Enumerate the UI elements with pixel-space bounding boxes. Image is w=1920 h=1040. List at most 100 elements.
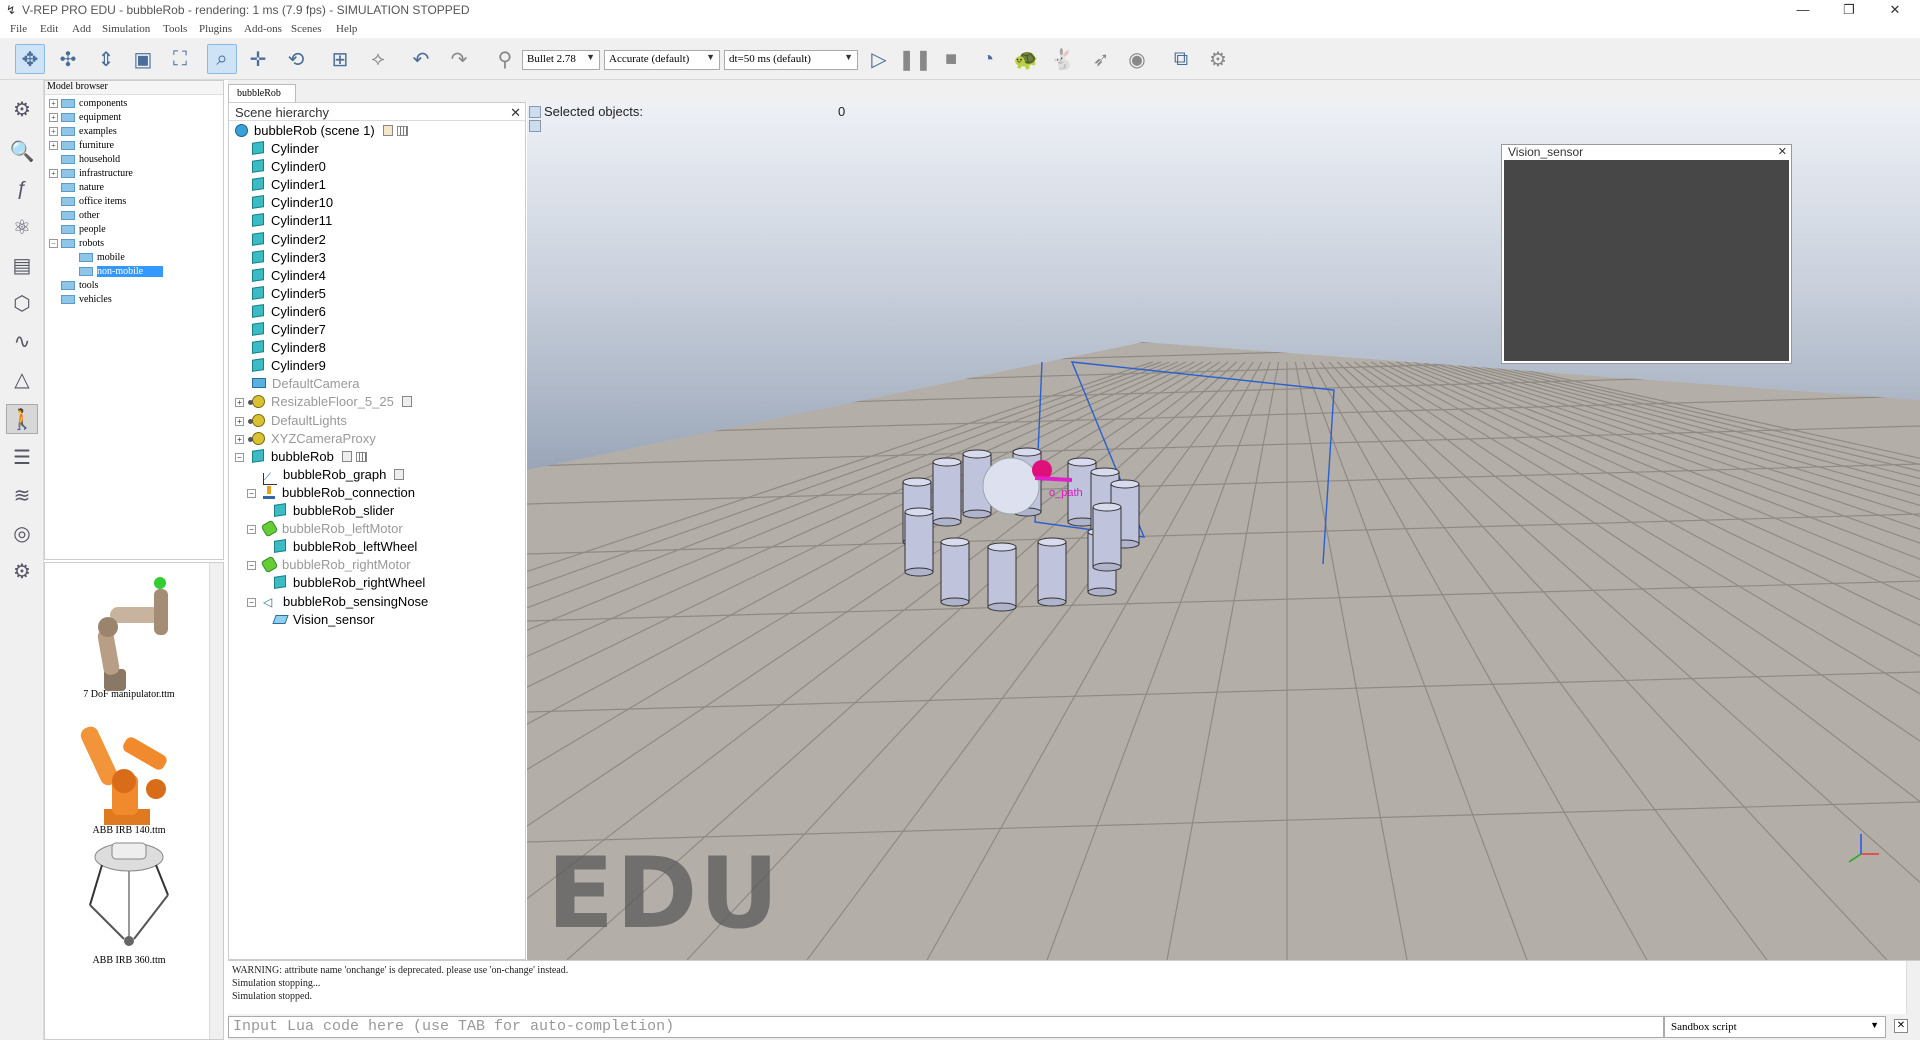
hierarchy-item[interactable]: Vision_sensor	[272, 611, 374, 629]
expand-icon[interactable]: +	[49, 99, 58, 109]
collections-icon[interactable]: ▤	[6, 250, 38, 280]
scene-selector-icon[interactable]: ⚙	[1203, 44, 1233, 74]
faster-icon[interactable]: 🐇	[1048, 44, 1078, 74]
model-folder-item[interactable]: tools	[45, 279, 223, 293]
hierarchy-item[interactable]: Cylinder3	[252, 249, 326, 267]
model-folder-item[interactable]: + components	[45, 97, 223, 111]
model-browser-toggle-icon[interactable]: 🚶	[6, 404, 38, 434]
model-thumbnail[interactable]: ABB IRB 360.ttm	[55, 835, 203, 966]
hierarchy-item[interactable]: Cylinder9	[252, 357, 326, 375]
model-folder-item[interactable]: people	[45, 223, 223, 237]
script-select[interactable]: Sandbox script ▼	[1664, 1016, 1886, 1038]
transfer-dna-icon[interactable]: ⟡	[363, 44, 393, 74]
model-folder-item[interactable]: office items	[45, 195, 223, 209]
collapse-icon[interactable]: −	[247, 488, 256, 498]
zoom-icon[interactable]: 🔍	[6, 136, 38, 166]
realtime-icon[interactable]: ◔	[973, 44, 1003, 74]
menu-edit[interactable]: Edit	[40, 23, 58, 35]
visualization-toggle-icon[interactable]: ◉	[1122, 44, 1152, 74]
redo-icon[interactable]: ↷	[444, 44, 474, 74]
model-folder-item[interactable]: household	[45, 153, 223, 167]
scene-hierarchy-toggle-icon[interactable]: ☰	[6, 442, 38, 472]
layers-icon[interactable]: ≋	[6, 480, 38, 510]
hierarchy-item[interactable]: Cylinder4	[252, 267, 326, 285]
script-icon[interactable]	[394, 468, 405, 480]
play-icon[interactable]: ▷	[864, 44, 894, 74]
customization-script-icon[interactable]	[355, 451, 367, 462]
hierarchy-item[interactable]: Cylinder10	[252, 194, 333, 212]
camera-pan-icon[interactable]: ✥	[15, 44, 45, 74]
simulation-settings-icon[interactable]: ⚙	[6, 94, 38, 124]
model-folder-item[interactable]: other	[45, 209, 223, 223]
assemble-icon[interactable]: ⊞	[325, 44, 355, 74]
expand-icon[interactable]: +	[49, 141, 58, 151]
hierarchy-item[interactable]: ResizableFloor_5_25	[252, 393, 412, 411]
script-icon[interactable]: ƒ	[6, 174, 38, 204]
scene-viewport[interactable]: o_path Selected objects: 0 Vision_sensor…	[527, 102, 1920, 960]
menu-help[interactable]: Help	[336, 23, 357, 35]
model-folder-item[interactable]: mobile	[45, 251, 223, 265]
hierarchy-item[interactable]: Cylinder6	[252, 303, 326, 321]
hierarchy-item[interactable]: bubbleRob_slider	[274, 502, 394, 520]
calculation-modules-icon[interactable]: ⚛	[6, 212, 38, 242]
script-icon[interactable]	[382, 125, 393, 136]
object-shift-icon[interactable]: ✛	[243, 44, 273, 74]
page-selector-icon[interactable]: ⧉	[1166, 44, 1196, 74]
hierarchy-item[interactable]: Cylinder5	[252, 285, 326, 303]
dynamics-toggle-icon[interactable]: ⚲	[490, 44, 520, 74]
expand-icon[interactable]: +	[49, 127, 58, 137]
close-icon[interactable]: ✕	[1778, 145, 1787, 158]
camera-rotate-icon[interactable]: ✣	[53, 44, 83, 74]
camera-shift-icon[interactable]: ⇕	[91, 44, 121, 74]
close-icon[interactable]: ✕	[1894, 1019, 1908, 1033]
menu-simulation[interactable]: Simulation	[102, 23, 150, 35]
customization-script-icon[interactable]	[396, 126, 408, 136]
minimize-button[interactable]: —	[1780, 0, 1826, 22]
model-folder-item[interactable]: + examples	[45, 125, 223, 139]
video-recorder-icon[interactable]: ◎	[6, 518, 38, 548]
thread-rendering-icon[interactable]: ➶	[1086, 44, 1116, 74]
hierarchy-item[interactable]: bubbleRob_connection	[263, 484, 415, 502]
menu-tools[interactable]: Tools	[163, 23, 187, 35]
close-icon[interactable]: ✕	[510, 105, 521, 121]
collapse-icon[interactable]: −	[247, 525, 256, 535]
menu-add[interactable]: Add	[72, 23, 91, 35]
hierarchy-item[interactable]: Cylinder8	[252, 339, 326, 357]
thumbnails-scrollbar[interactable]	[209, 563, 223, 1039]
hierarchy-item[interactable]: Cylinder11	[252, 212, 332, 230]
hierarchy-root[interactable]: bubbleRob (scene 1)	[235, 122, 408, 140]
collapse-icon[interactable]: −	[247, 561, 256, 571]
camera-angle-icon[interactable]: ▣	[128, 44, 158, 74]
expand-icon[interactable]: +	[235, 398, 244, 408]
model-thumbnail[interactable]: 7 DoF manipulator.ttm	[55, 569, 203, 700]
console-scrollbar[interactable]	[1906, 961, 1920, 1015]
scene-tab[interactable]: bubbleRob	[228, 84, 296, 102]
hierarchy-item[interactable]: DefaultCamera	[252, 375, 359, 393]
user-settings-icon[interactable]: ⚙	[6, 556, 38, 586]
model-folder-item[interactable]: + furniture	[45, 139, 223, 153]
click-select-icon[interactable]: ⌕	[207, 44, 237, 74]
model-folder-item[interactable]: vehicles	[45, 293, 223, 307]
undo-icon[interactable]: ↶	[406, 44, 436, 74]
model-folder-item[interactable]: + equipment	[45, 111, 223, 125]
hierarchy-item[interactable]: DefaultLights	[252, 412, 347, 430]
expand-icon[interactable]: +	[235, 416, 244, 426]
engine-select[interactable]: Bullet 2.78 ▼	[522, 50, 600, 70]
fit-to-view-icon[interactable]: ⛶	[165, 44, 195, 74]
model-folder-item[interactable]: + infrastructure	[45, 167, 223, 181]
hierarchy-item[interactable]: Cylinder2	[252, 231, 326, 249]
expand-icon[interactable]: +	[49, 169, 58, 179]
hierarchy-item[interactable]: ⟋ bubbleRob_graph	[263, 466, 405, 485]
close-button[interactable]: ✕	[1872, 0, 1918, 22]
menu-plugins[interactable]: Plugins	[199, 23, 232, 35]
collapse-icon[interactable]: −	[235, 452, 244, 462]
model-thumbnail[interactable]: ABB IRB 140.ttm	[55, 705, 203, 836]
script-icon[interactable]	[401, 396, 412, 408]
hierarchy-item[interactable]: bubbleRob_rightMotor	[260, 555, 411, 574]
selection-icon[interactable]: △	[6, 364, 38, 394]
hierarchy-item[interactable]: bubbleRob	[252, 448, 367, 466]
hierarchy-item[interactable]: bubbleRob_leftWheel	[274, 538, 417, 556]
vision-sensor-view[interactable]: Vision_sensor ✕	[1501, 144, 1792, 364]
model-folder-item[interactable]: − robots	[45, 237, 223, 251]
timestep-select[interactable]: dt=50 ms (default) ▼	[724, 50, 858, 70]
